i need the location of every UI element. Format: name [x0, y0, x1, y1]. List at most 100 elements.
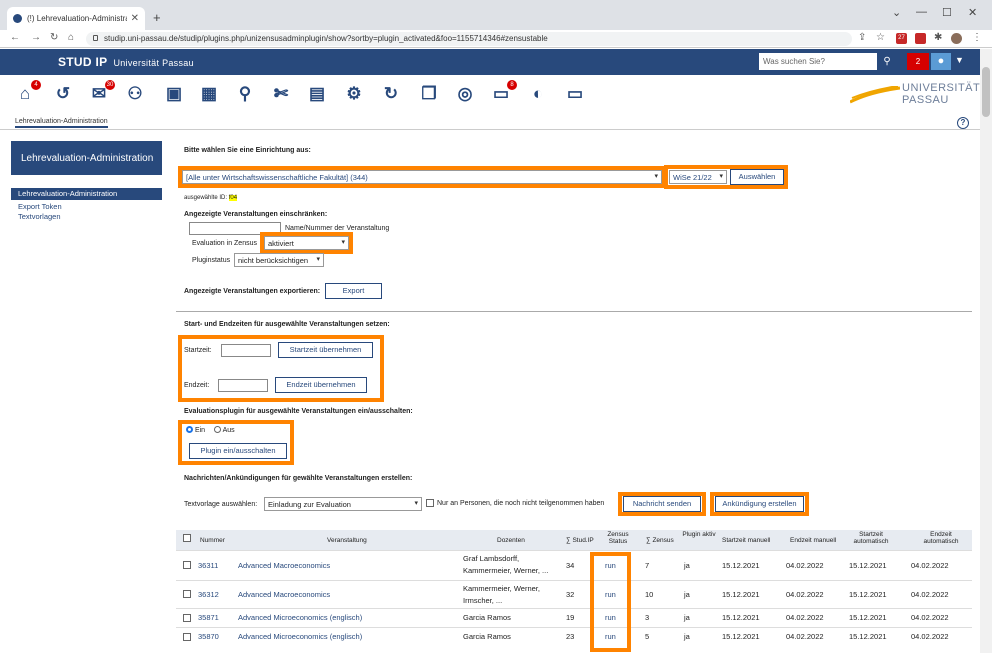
row-checkbox[interactable]: [183, 614, 191, 622]
row-dozent-line1: Graf Lambsdorff,: [463, 554, 520, 563]
lock-icon: [93, 35, 98, 41]
row-nummer[interactable]: 36312: [198, 590, 219, 599]
profile-avatar-icon[interactable]: [951, 33, 962, 44]
screen-icon[interactable]: ▭: [564, 83, 586, 105]
sidebar-item-export-token[interactable]: Export Token: [11, 202, 162, 211]
sidebar-item-textvorlagen[interactable]: Textvorlagen: [11, 212, 162, 221]
row-dozent-line1: Garcia Ramos: [463, 613, 511, 622]
row-veranstaltung[interactable]: Advanced Microeconomics (englisch): [238, 613, 362, 622]
row-stud: 34: [566, 561, 575, 570]
col-nummer[interactable]: Nummer: [200, 537, 225, 544]
row-start-manual: 15.12.2021: [722, 590, 760, 599]
planner-icon[interactable]: ▦: [198, 83, 220, 105]
row-veranstaltung[interactable]: Advanced Macroeconomics: [238, 590, 330, 599]
row-checkbox[interactable]: [183, 633, 191, 641]
row-end-auto: 04.02.2022: [911, 590, 949, 599]
page-scrollbar[interactable]: [980, 49, 992, 653]
bookmark-star-icon[interactable]: ☆: [876, 32, 885, 43]
new-tab-icon[interactable]: +: [153, 10, 161, 25]
row-end-manual: 04.02.2022: [786, 613, 824, 622]
row-checkbox[interactable]: [183, 590, 191, 598]
user-avatar-icon[interactable]: ●: [931, 53, 951, 70]
scrollbar-thumb[interactable]: [982, 67, 990, 117]
studip-logo[interactable]: STUD IP Universität Passau: [58, 55, 194, 69]
settings-icon[interactable]: ⚙: [343, 83, 365, 105]
row-veranstaltung[interactable]: Advanced Macroeconomics: [238, 561, 330, 570]
user-menu-chevron-icon[interactable]: ▼: [955, 55, 964, 65]
col-zensus-status[interactable]: Zensus Status: [603, 531, 633, 545]
row-veranstaltung[interactable]: Advanced Microeconomics (englisch): [238, 632, 362, 641]
minimize-icon[interactable]: —: [916, 6, 927, 18]
plugin-status-select[interactable]: nicht berücksichtigen ▾: [234, 253, 324, 267]
col-zensus[interactable]: ∑ Zensus: [646, 537, 674, 544]
tools-icon[interactable]: ✄: [270, 83, 292, 105]
row-end-auto: 04.02.2022: [911, 613, 949, 622]
reload-icon[interactable]: ↻: [50, 32, 58, 43]
evaluation-icon[interactable]: ↻: [380, 83, 402, 105]
chevron-down-icon: ▾: [316, 256, 320, 263]
maximize-icon[interactable]: ☐: [942, 6, 952, 19]
extensions-puzzle-icon[interactable]: ✱: [934, 32, 942, 43]
row-stud: 23: [566, 632, 575, 641]
community-icon[interactable]: ⚇: [124, 83, 146, 105]
filter-heading: Angezeigte Veranstaltungen einschränken:: [184, 211, 328, 218]
global-search-input[interactable]: Was suchen Sie?: [759, 53, 877, 70]
row-nummer[interactable]: 36311: [198, 561, 218, 570]
url-input[interactable]: studip.uni-passau.de/studip/plugins.php/…: [86, 32, 852, 46]
support-icon[interactable]: ◎: [454, 83, 476, 105]
close-tab-icon[interactable]: ✕: [131, 13, 139, 24]
stats-icon[interactable]: ◐: [527, 83, 549, 105]
search-nav-icon[interactable]: ⚲: [234, 83, 256, 105]
highlight-eval-status: [260, 232, 353, 254]
row-start-manual: 15.12.2021: [722, 613, 760, 622]
col-start-manuell[interactable]: Startzeit manuell: [722, 537, 770, 544]
sidebar-item-administration[interactable]: Lehrevaluation-Administration: [11, 188, 162, 200]
breadcrumb[interactable]: Lehrevaluation-Administration: [15, 118, 108, 128]
row-plugin: ja: [684, 632, 690, 641]
section-divider: [176, 311, 972, 312]
row-stud: 32: [566, 590, 575, 599]
browser-tab[interactable]: (!) Lehrevaluation-Administration ✕: [7, 7, 145, 30]
row-nummer[interactable]: 35871: [198, 613, 219, 622]
select-all-checkbox[interactable]: [183, 534, 191, 542]
export-button[interactable]: Export: [325, 283, 382, 299]
help-icon[interactable]: ?: [957, 117, 969, 129]
col-stud[interactable]: ∑ Stud.IP: [566, 537, 594, 544]
profile-icon[interactable]: ▣: [163, 83, 185, 105]
row-nummer[interactable]: 35870: [198, 632, 219, 641]
row-zensus: 3: [645, 613, 650, 622]
course-name-label: Name/Nummer der Veranstaltung: [285, 225, 390, 232]
activity-icon[interactable]: ↺: [52, 83, 74, 105]
forward-icon[interactable]: →: [31, 32, 41, 43]
col-end-manuell[interactable]: Endzeit manuell: [790, 537, 836, 544]
only-not-participated-checkbox[interactable]: [426, 499, 434, 507]
col-dozenten[interactable]: Dozenten: [497, 537, 525, 544]
col-start-auto[interactable]: Startzeit automatisch: [848, 531, 894, 545]
files-icon[interactable]: ❐: [418, 83, 440, 105]
university-name: Universität Passau: [113, 58, 194, 68]
row-dozent-line1: Garcia Ramos: [463, 632, 511, 641]
chevron-down-icon[interactable]: ⌄: [892, 6, 901, 19]
studip-favicon-icon: [13, 14, 22, 23]
highlight-times: [178, 335, 384, 402]
close-window-icon[interactable]: ✕: [968, 6, 977, 19]
notification-counter[interactable]: 2: [907, 53, 929, 70]
row-start-auto: 15.12.2021: [849, 632, 887, 641]
template-label: Textvorlage auswählen:: [184, 501, 258, 508]
row-start-manual: 15.12.2021: [722, 632, 760, 641]
search-icon[interactable]: ⚲: [878, 53, 896, 70]
times-heading: Start- und Endzeiten für ausgewählte Ver…: [184, 321, 390, 328]
col-plugin-aktiv[interactable]: Plugin aktiv: [682, 531, 716, 538]
template-select[interactable]: Einladung zur Evaluation ▾: [264, 497, 422, 511]
row-checkbox[interactable]: [183, 561, 191, 569]
browser-menu-icon[interactable]: ⋮: [972, 32, 982, 43]
extension-shield-icon[interactable]: [915, 33, 926, 44]
extension-calendar-icon[interactable]: 27: [896, 33, 907, 44]
row-start-manual: 15.12.2021: [722, 561, 760, 570]
home-icon[interactable]: ⌂: [68, 32, 74, 43]
col-veranstaltung[interactable]: Veranstaltung: [327, 537, 367, 544]
col-end-auto[interactable]: Endzeit automatisch: [918, 531, 964, 545]
back-icon[interactable]: ←: [10, 32, 20, 43]
admin-icon[interactable]: ▤: [306, 83, 328, 105]
share-icon[interactable]: ⇪: [858, 32, 866, 43]
